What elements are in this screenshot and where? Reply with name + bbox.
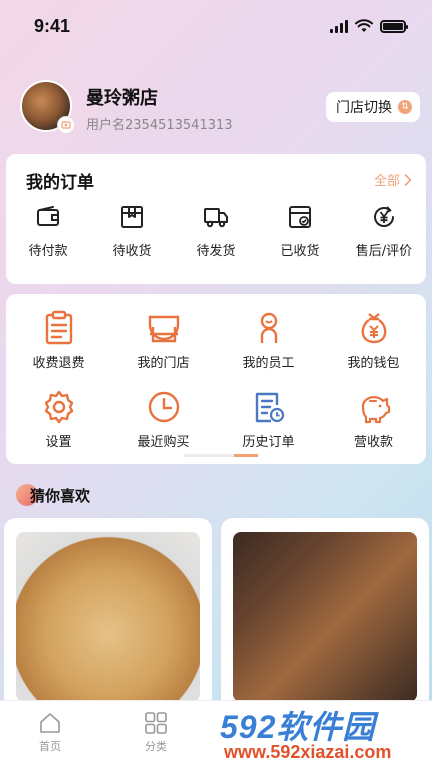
order-label: 售后/评价 xyxy=(355,244,413,259)
watermark: 592软件园 www.592xiazai.com xyxy=(214,702,432,768)
grid-icon xyxy=(145,712,167,734)
status-icons xyxy=(330,19,408,33)
tab-category[interactable]: 分类 xyxy=(126,711,186,754)
page-indicator xyxy=(184,454,258,457)
tool-my-staff[interactable]: 我的员工 xyxy=(216,310,321,371)
tool-settings[interactable]: 设置 xyxy=(6,389,111,450)
profile-header: 曼玲粥店 用户名2354513541313 门店切换 ⇅ xyxy=(20,80,420,136)
product-card[interactable] xyxy=(221,518,429,718)
edit-badge-icon[interactable] xyxy=(57,116,75,134)
order-pending-payment[interactable]: 待付款 xyxy=(6,204,90,259)
tool-charge-refund[interactable]: 收费退费 xyxy=(6,310,111,371)
order-label: 待收货 xyxy=(112,244,152,259)
tool-revenue[interactable]: 营收款 xyxy=(321,389,426,450)
order-label: 待发货 xyxy=(196,244,236,259)
page-indicator-active xyxy=(234,454,258,457)
order-label: 已收货 xyxy=(280,244,320,259)
staff-icon xyxy=(260,312,277,343)
watermark-bottom: www.592xiazai.com xyxy=(224,742,392,762)
orders-all-label: 全部 xyxy=(373,174,400,189)
order-received[interactable]: 已收货 xyxy=(258,204,342,259)
recommend-title: 猜你喜欢 xyxy=(30,486,91,505)
tool-grid: 收费退费 我的门店 我的员工 我的钱包 设置 最近购买 历史订单 营收款 xyxy=(6,310,426,450)
clipboard-icon xyxy=(45,310,72,345)
tool-label: 最近购买 xyxy=(137,435,190,450)
status-time: 9:41 xyxy=(34,15,71,36)
status-bar: 9:41 xyxy=(0,0,432,52)
product-image xyxy=(233,532,417,702)
username: 用户名2354513541313 xyxy=(86,118,233,133)
recommend-header: 猜你喜欢 xyxy=(16,480,90,510)
tool-label: 营收款 xyxy=(353,435,393,450)
received-icon xyxy=(289,206,311,228)
tool-label: 历史订单 xyxy=(242,435,295,450)
moneybag-icon xyxy=(361,313,386,344)
tool-label: 我的钱包 xyxy=(347,356,400,371)
store-switch-button[interactable]: 门店切换 ⇅ xyxy=(326,92,420,122)
wallet-icon xyxy=(37,206,59,226)
gear-icon xyxy=(44,390,73,424)
tab-home[interactable]: 首页 xyxy=(20,711,80,754)
battery-icon xyxy=(380,19,408,33)
clock-icon xyxy=(148,391,179,423)
order-pending-receipt[interactable]: 待收货 xyxy=(90,204,174,259)
orders-all-link[interactable]: 全部 xyxy=(374,170,412,189)
product-image xyxy=(16,532,200,702)
order-pending-shipment[interactable]: 待发货 xyxy=(174,204,258,259)
order-after-sale[interactable]: 售后/评价 xyxy=(342,204,426,259)
shop-name: 曼玲粥店 xyxy=(86,88,158,109)
order-status-row: 待付款 待收货 待发货 已收货 售后/评价 xyxy=(6,204,426,259)
tab-label: 首页 xyxy=(39,740,61,753)
wifi-icon xyxy=(355,19,373,32)
tab-label: 分类 xyxy=(145,740,167,753)
tool-label: 我的门店 xyxy=(137,356,190,371)
chevron-right-icon xyxy=(404,173,412,186)
order-label: 待付款 xyxy=(28,244,68,259)
tool-label: 我的员工 xyxy=(242,356,295,371)
orders-title: 我的订单 xyxy=(26,173,94,193)
box-icon xyxy=(121,206,143,228)
tool-history-orders[interactable]: 历史订单 xyxy=(216,389,321,450)
store-icon xyxy=(148,315,179,343)
store-switch-label: 门店切换 xyxy=(336,100,392,116)
home-icon xyxy=(40,713,60,733)
switch-arrows-icon: ⇅ xyxy=(398,100,412,114)
piggy-bank-icon xyxy=(361,396,390,424)
truck-icon xyxy=(204,208,228,228)
tool-recent-purchase[interactable]: 最近购买 xyxy=(111,389,216,450)
tool-label: 收费退费 xyxy=(32,356,85,371)
product-card[interactable] xyxy=(4,518,212,718)
orders-card: 我的订单 全部 待付款 待收货 待发货 已收货 售后/评价 xyxy=(6,154,426,284)
tools-card: 收费退费 我的门店 我的员工 我的钱包 设置 最近购买 历史订单 营收款 xyxy=(6,294,426,464)
tool-my-store[interactable]: 我的门店 xyxy=(111,310,216,371)
page-indicator-track xyxy=(184,454,234,457)
tool-label: 设置 xyxy=(45,435,72,450)
history-order-icon xyxy=(255,392,284,423)
yen-refund-icon xyxy=(374,206,394,227)
tool-my-wallet[interactable]: 我的钱包 xyxy=(321,310,426,371)
signal-icon xyxy=(330,19,348,33)
